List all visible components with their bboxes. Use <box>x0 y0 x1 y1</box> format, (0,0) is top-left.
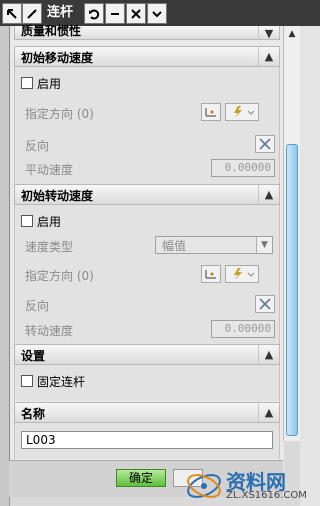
chevron-up-icon[interactable]: ▲ <box>258 185 279 204</box>
watermark: 资料网 ZL.XS1616.COM <box>178 466 320 506</box>
dialog-body: 质量和惯性 ▼ 初始移动速度 ▲ 启用 指定方向 (0) 反向 平动速度 0.0… <box>9 24 284 496</box>
init-rot-speed-label: 转动速度 <box>25 324 74 338</box>
watermark-url: ZL.XS1616.COM <box>226 490 307 501</box>
section-init-move-header[interactable]: 初始移动速度 ▲ <box>14 46 280 67</box>
chevron-down-icon[interactable]: ▼ <box>256 237 272 253</box>
section-init-rot-body: 启用 速度类型 幅值 ▼ 指定方向 (0) 反向 转动速度 0.00000 <box>14 205 280 345</box>
chevron-up-icon[interactable]: ▲ <box>258 345 279 364</box>
init-move-speed-field[interactable]: 0.00000 <box>211 159 275 177</box>
fix-link-label: 固定连杆 <box>37 375 86 389</box>
watermark-logo-icon <box>187 474 221 498</box>
init-move-enable-label: 启用 <box>37 77 62 91</box>
section-name-body: L003 <box>14 423 280 459</box>
init-move-speed-label: 平动速度 <box>25 163 74 177</box>
section-mass-header[interactable]: 质量和惯性 ▼ <box>14 24 280 40</box>
close-icon[interactable] <box>126 3 146 24</box>
init-rot-speed-type-select[interactable]: 幅值 ▼ <box>155 236 273 254</box>
reverse-icon[interactable] <box>255 135 275 153</box>
dialog-scrollbar[interactable]: ▲ <box>283 26 300 441</box>
section-settings-header[interactable]: 设置 ▲ <box>14 344 280 365</box>
fix-link-checkbox[interactable] <box>21 375 33 387</box>
chevron-down-icon[interactable]: ▼ <box>258 26 279 40</box>
vector-icon[interactable] <box>201 265 221 283</box>
init-move-direction-label: 指定方向 (0) <box>25 107 94 121</box>
lightning-icon[interactable] <box>225 103 259 121</box>
init-rot-direction-label: 指定方向 (0) <box>25 269 94 283</box>
minimize-icon[interactable] <box>105 3 125 24</box>
section-init-move-label: 初始移动速度 <box>21 51 94 65</box>
lightning-icon[interactable] <box>225 265 259 283</box>
background-app-right <box>300 0 320 506</box>
section-name-header[interactable]: 名称 ▲ <box>14 402 280 423</box>
reverse-icon[interactable] <box>255 295 275 313</box>
section-init-rot-label: 初始转动速度 <box>21 189 94 203</box>
back-arrow-icon[interactable] <box>2 3 22 24</box>
init-rot-speed-field[interactable]: 0.00000 <box>211 320 275 338</box>
chevron-up-icon[interactable]: ▲ <box>258 403 279 422</box>
chevron-up-icon[interactable]: ▲ <box>258 47 279 66</box>
undo-icon[interactable] <box>84 3 104 24</box>
init-rot-speed-type-label: 速度类型 <box>25 240 74 254</box>
dialog-title: 连杆 <box>46 5 73 20</box>
name-input[interactable]: L003 <box>21 431 273 449</box>
scroll-up-icon[interactable]: ▲ <box>284 26 300 42</box>
section-settings-body: 固定连杆 <box>14 365 280 401</box>
section-settings-label: 设置 <box>21 349 46 363</box>
collapse-arrow-icon[interactable] <box>22 3 42 24</box>
init-rot-speed-type-value: 幅值 <box>162 239 187 253</box>
section-name-label: 名称 <box>21 407 46 421</box>
init-move-enable-checkbox[interactable] <box>21 77 33 89</box>
init-rot-enable-label: 启用 <box>37 215 62 229</box>
vector-icon[interactable] <box>201 103 221 121</box>
section-init-rot-header[interactable]: 初始转动速度 ▲ <box>14 184 280 205</box>
section-init-move-body: 启用 指定方向 (0) 反向 平动速度 0.00000 <box>14 67 280 185</box>
scrollbar-thumb[interactable] <box>286 144 298 436</box>
ok-button[interactable]: 确定 <box>116 469 166 487</box>
init-rot-enable-checkbox[interactable] <box>21 215 33 227</box>
chevron-down-icon[interactable] <box>147 3 167 24</box>
section-mass-label: 质量和惯性 <box>21 24 82 38</box>
init-rot-reverse-label: 反向 <box>25 299 50 313</box>
init-move-reverse-label: 反向 <box>25 139 50 153</box>
